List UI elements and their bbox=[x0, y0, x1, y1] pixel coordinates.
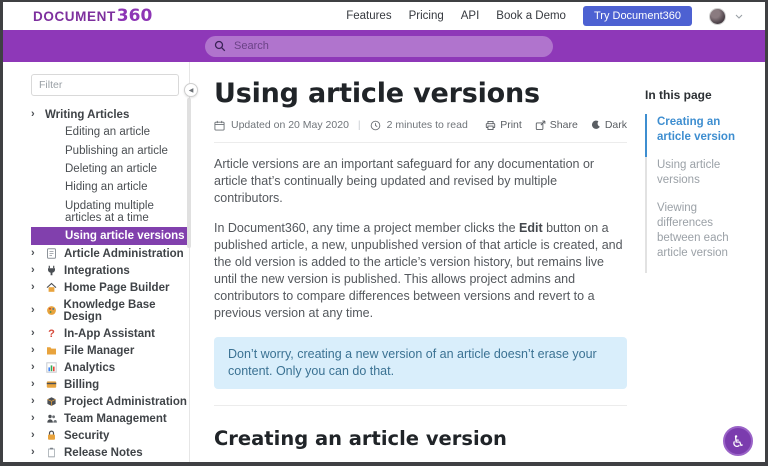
toc-title: In this page bbox=[645, 88, 755, 102]
sidebar-item-updating-multiple-articles[interactable]: Updating multiple articles at a time bbox=[65, 197, 189, 227]
updated-date: Updated on 20 May 2020 bbox=[231, 119, 349, 131]
chevron-right-icon: › bbox=[31, 413, 39, 424]
article-actions: Print Share Dark bbox=[485, 119, 627, 131]
chevron-right-icon: › bbox=[31, 396, 39, 407]
palette-icon bbox=[45, 305, 58, 316]
chevron-right-icon: › bbox=[31, 345, 39, 356]
document360-logo[interactable]: DOCUMENT360 bbox=[33, 6, 152, 26]
paragraph-1: Article versions are an important safegu… bbox=[214, 156, 627, 207]
divider bbox=[214, 405, 627, 406]
in-this-page-panel: In this page Creating an article version… bbox=[645, 62, 765, 462]
house-icon bbox=[45, 282, 58, 293]
sidebar-item-deleting-an-article[interactable]: Deleting an article bbox=[65, 160, 189, 178]
sidebar-item-in-app-assistant[interactable]: › ? In-App Assistant bbox=[31, 325, 189, 342]
tree-section-label: Writing Articles bbox=[45, 109, 129, 121]
sidebar-item-article-administration[interactable]: › Article Administration bbox=[31, 245, 189, 262]
sidebar-item-billing[interactable]: › Billing bbox=[31, 376, 189, 393]
document360-kb-window: DOCUMENT360 Features Pricing API Book a … bbox=[0, 0, 768, 466]
chevron-right-icon: › bbox=[31, 447, 39, 458]
nav-api[interactable]: API bbox=[461, 10, 480, 22]
calendar-icon bbox=[214, 120, 225, 131]
divider bbox=[214, 142, 627, 143]
search-icon bbox=[214, 40, 226, 52]
sidebar-item-security[interactable]: › Security bbox=[31, 427, 189, 444]
search-box[interactable] bbox=[205, 36, 553, 57]
sidebar-item-analytics[interactable]: › Analytics bbox=[31, 359, 189, 376]
top-navigation: Features Pricing API Book a Demo Try Doc… bbox=[346, 6, 743, 26]
document-icon bbox=[45, 248, 58, 259]
logo-360: 360 bbox=[117, 6, 153, 26]
sidebar-scrollbar[interactable] bbox=[187, 98, 191, 248]
sidebar-item-integrations[interactable]: › Integrations bbox=[31, 262, 189, 279]
sidebar-item-home-page-builder[interactable]: › Home Page Builder bbox=[31, 279, 189, 296]
people-icon bbox=[45, 413, 58, 424]
question-mark-icon: ? bbox=[45, 328, 58, 339]
print-button[interactable]: Print bbox=[485, 119, 522, 131]
sidebar-item-publishing-an-article[interactable]: Publishing an article bbox=[65, 141, 189, 159]
folder-icon bbox=[45, 345, 58, 356]
chevron-right-icon: › bbox=[31, 282, 39, 293]
try-document360-button[interactable]: Try Document360 bbox=[583, 6, 692, 26]
clipboard-icon bbox=[45, 447, 58, 458]
read-time: 2 minutes to read bbox=[387, 119, 468, 131]
nav-book-a-demo[interactable]: Book a Demo bbox=[496, 10, 566, 22]
sidebar-item-editing-an-article[interactable]: Editing an article bbox=[65, 123, 189, 141]
plug-icon bbox=[45, 265, 58, 276]
chevron-right-icon: › bbox=[31, 109, 39, 120]
chevron-right-icon: › bbox=[31, 430, 39, 441]
share-icon bbox=[535, 120, 546, 131]
share-button[interactable]: Share bbox=[535, 119, 578, 131]
category-sidebar: › Writing Articles Editing an article Pu… bbox=[3, 62, 190, 462]
sidebar-collapse-button[interactable]: ◀ bbox=[184, 83, 198, 97]
toc-link-using-article-versions[interactable]: Using article versions bbox=[645, 157, 755, 200]
sidebar-item-writing-articles[interactable]: › Writing Articles bbox=[31, 106, 189, 123]
lock-icon bbox=[45, 430, 58, 441]
clock-icon bbox=[370, 120, 381, 131]
chevron-right-icon: › bbox=[31, 248, 39, 259]
chevron-right-icon: › bbox=[31, 305, 39, 316]
credit-card-icon bbox=[45, 379, 58, 390]
article-content: Using article versions Updated on 20 May… bbox=[190, 62, 645, 462]
sidebar-item-knowledge-base-design[interactable]: › Knowledge Base Design bbox=[31, 296, 189, 325]
chevron-right-icon: › bbox=[31, 328, 39, 339]
page-title: Using article versions bbox=[214, 78, 627, 109]
nav-pricing[interactable]: Pricing bbox=[409, 10, 444, 22]
sidebar-item-project-administration[interactable]: › Project Administration bbox=[31, 393, 189, 410]
bar-chart-icon bbox=[45, 362, 58, 373]
chevron-down-icon[interactable] bbox=[735, 14, 743, 19]
section-heading: Creating an article version bbox=[214, 427, 627, 450]
article-meta: Updated on 20 May 2020 | 2 minutes to re… bbox=[214, 119, 627, 131]
sidebar-item-using-article-versions[interactable]: Using article versions bbox=[31, 227, 189, 245]
sidebar-item-file-manager[interactable]: › File Manager bbox=[31, 342, 189, 359]
nav-features[interactable]: Features bbox=[346, 10, 391, 22]
chevron-right-icon: › bbox=[31, 362, 39, 373]
filter-input[interactable] bbox=[31, 74, 179, 96]
sidebar-item-release-notes[interactable]: › Release Notes bbox=[31, 444, 189, 461]
user-avatar[interactable] bbox=[709, 8, 726, 25]
search-band bbox=[3, 30, 765, 62]
moon-icon bbox=[591, 120, 601, 130]
chevron-right-icon: › bbox=[31, 379, 39, 390]
category-tree: › Writing Articles Editing an article Pu… bbox=[31, 106, 189, 461]
logo-text: DOCUMENT bbox=[33, 9, 116, 24]
tree-children: Editing an article Publishing an article… bbox=[65, 123, 189, 245]
box-icon bbox=[45, 396, 58, 407]
info-callout: Don’t worry, creating a new version of a… bbox=[214, 337, 627, 389]
toc-link-creating-an-article-version[interactable]: Creating an article version bbox=[645, 114, 755, 157]
sidebar-item-team-management[interactable]: › Team Management bbox=[31, 410, 189, 427]
accessibility-widget-button[interactable]: ♿ bbox=[723, 426, 753, 456]
toc-link-viewing-differences[interactable]: Viewing differences between each article… bbox=[645, 200, 755, 273]
chevron-right-icon: › bbox=[31, 265, 39, 276]
search-input[interactable] bbox=[232, 39, 544, 53]
top-header: DOCUMENT360 Features Pricing API Book a … bbox=[3, 2, 765, 30]
meta-separator: | bbox=[358, 119, 361, 131]
sidebar-item-hiding-an-article[interactable]: Hiding an article bbox=[65, 178, 189, 196]
dark-mode-toggle[interactable]: Dark bbox=[591, 119, 627, 131]
paragraph-2: In Document360, any time a project membe… bbox=[214, 220, 627, 322]
printer-icon bbox=[485, 120, 496, 131]
